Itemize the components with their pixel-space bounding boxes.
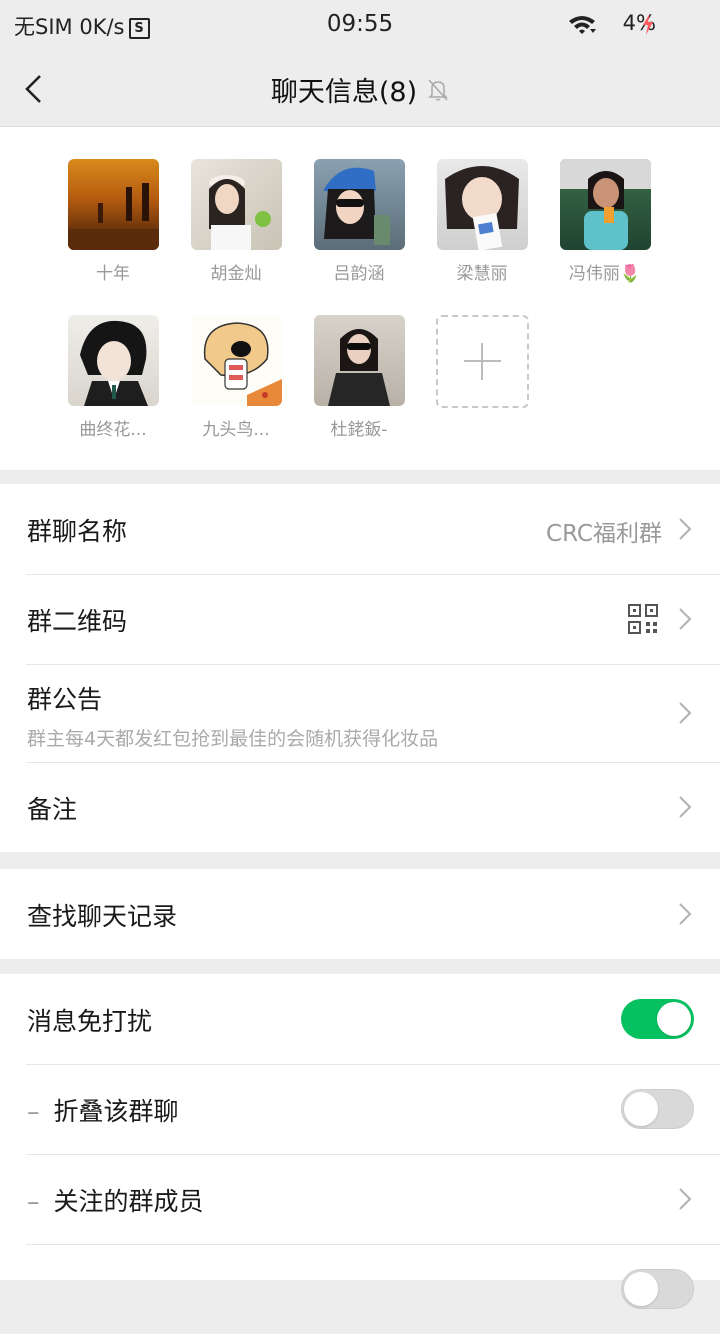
mute-label: 消息免打扰	[27, 1007, 153, 1036]
settings-group-search: 查找聊天记录	[0, 869, 720, 959]
toggle-knob	[657, 1002, 691, 1036]
member-name: 九头鸟...	[202, 420, 270, 440]
group-name-value: CRC福利群	[546, 521, 662, 547]
page-title: 聊天信息(8)	[0, 70, 720, 109]
member-name: 吕韵涵	[333, 264, 385, 284]
group-notice-label: 群公告	[27, 685, 103, 714]
charging-icon	[643, 13, 653, 35]
member-grid: 十年 胡金灿 吕韵涵 梁慧丽 冯伟丽🌷 曲终花... 九头鸟... 杜銠鈑-	[0, 127, 720, 470]
chevron-right-icon	[679, 903, 692, 925]
fold-row: – 折叠该群聊	[0, 1064, 720, 1154]
wifi-icon	[569, 16, 596, 34]
title-text: 聊天信息(8)	[270, 77, 418, 108]
search-history-row[interactable]: 查找聊天记录	[0, 869, 720, 959]
fold-toggle[interactable]	[621, 1089, 694, 1129]
member-name: 十年	[96, 264, 130, 284]
toggle-knob	[624, 1272, 658, 1306]
add-member-plus-icon[interactable]	[435, 315, 529, 408]
group-notice-row[interactable]: 群公告 群主每4天都发红包抢到最佳的会随机获得化妆品	[0, 664, 720, 762]
follow-label: – 关注的群成员	[27, 1182, 204, 1218]
partial-toggle[interactable]	[621, 1269, 694, 1309]
bell-off-icon	[428, 78, 448, 101]
avatar[interactable]	[559, 159, 651, 250]
status-bar: 无SIM 0K/s S 09:55 4%	[0, 0, 720, 50]
follow-label-text: 关注的群成员	[53, 1187, 204, 1216]
avatar[interactable]	[190, 315, 282, 406]
nav-bar: 聊天信息(8)	[0, 50, 720, 127]
remark-row[interactable]: 备注	[0, 762, 720, 852]
group-name-row[interactable]: 群聊名称 CRC福利群	[0, 484, 720, 574]
group-qrcode-label: 群二维码	[27, 607, 128, 636]
mute-row: 消息免打扰	[0, 974, 720, 1064]
dash-icon: –	[27, 1097, 40, 1126]
qrcode-icon	[628, 604, 658, 634]
member-name: 冯伟丽🌷	[568, 264, 642, 284]
chevron-right-icon	[679, 518, 692, 540]
member-name: 曲终花...	[79, 420, 147, 440]
avatar[interactable]	[313, 315, 405, 406]
avatar[interactable]	[190, 159, 282, 250]
member-item[interactable]: 胡金灿	[181, 159, 291, 284]
add-member-item[interactable]	[427, 315, 537, 408]
member-name: 胡金灿	[210, 264, 262, 284]
chevron-right-icon	[679, 1188, 692, 1210]
chevron-right-icon	[679, 608, 692, 630]
group-name-label: 群聊名称	[27, 517, 128, 546]
member-item[interactable]: 曲终花...	[58, 315, 168, 440]
member-name: 梁慧丽	[456, 264, 508, 284]
chevron-right-icon	[679, 796, 692, 818]
member-item[interactable]: 梁慧丽	[427, 159, 537, 284]
mute-toggle[interactable]	[621, 999, 694, 1039]
dash-icon: –	[27, 1187, 40, 1216]
status-time: 09:55	[326, 11, 394, 37]
group-qrcode-row[interactable]: 群二维码	[0, 574, 720, 664]
avatar[interactable]	[67, 159, 159, 250]
member-item[interactable]: 冯伟丽🌷	[550, 159, 660, 284]
member-item[interactable]: 吕韵涵	[304, 159, 414, 284]
next-row-partial	[0, 1244, 720, 1334]
member-item[interactable]: 十年	[58, 159, 168, 284]
fold-label-text: 折叠该群聊	[53, 1097, 179, 1126]
chevron-right-icon	[679, 702, 692, 724]
member-name: 杜銠鈑-	[330, 420, 388, 440]
search-history-label: 查找聊天记录	[27, 902, 178, 931]
follow-members-row[interactable]: – 关注的群成员	[0, 1154, 720, 1244]
avatar[interactable]	[313, 159, 405, 250]
settings-group-info: 群聊名称 CRC福利群 群二维码 群公告 群主每4天都发红包抢到最佳的会随机获得…	[0, 484, 720, 852]
settings-group-notify: 消息免打扰 – 折叠该群聊 – 关注的群成员	[0, 974, 720, 1309]
avatar[interactable]	[67, 315, 159, 406]
fold-label: – 折叠该群聊	[27, 1092, 179, 1128]
member-item[interactable]: 九头鸟...	[181, 315, 291, 440]
avatar[interactable]	[436, 159, 528, 250]
remark-label: 备注	[27, 795, 78, 824]
member-item[interactable]: 杜銠鈑-	[304, 315, 414, 440]
toggle-knob	[624, 1092, 658, 1126]
group-notice-text: 群主每4天都发红包抢到最佳的会随机获得化妆品	[27, 728, 439, 750]
